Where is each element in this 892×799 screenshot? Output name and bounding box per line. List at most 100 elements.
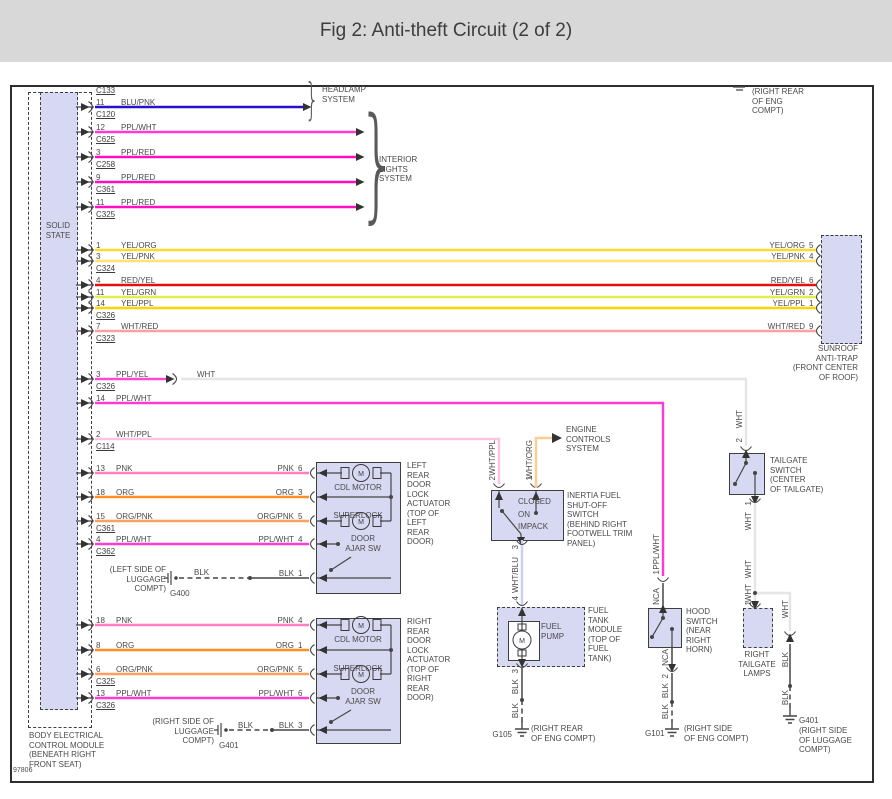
pin-label: 4: [511, 596, 521, 600]
pin-label: 11: [96, 98, 104, 108]
hood-switch-box: [648, 608, 682, 648]
body-control-module-solid-state: [40, 92, 78, 710]
wire-color-label: WHT/PPL: [488, 440, 498, 476]
wire-color-label: BLU/PNK: [121, 98, 155, 108]
wire-color-label: WHT: [744, 584, 754, 602]
pin-label: 18: [96, 488, 105, 498]
wire-color-label: PPL/WHT: [116, 535, 152, 545]
connector-label: C133: [96, 86, 115, 96]
wire-color-label: ORG: [246, 641, 294, 651]
connector-label: C325: [96, 210, 115, 220]
engine-controls-system-label: ENGINE CONTROLS SYSTEM: [566, 425, 610, 454]
superlock-label: SUPERLOCK: [326, 511, 390, 521]
wire-color-label: BLK: [511, 703, 521, 718]
wire-color-label: BLK: [246, 721, 294, 731]
pin-label: 3: [298, 721, 302, 731]
pin-label: 14: [96, 394, 105, 404]
connector-label: C120: [96, 110, 115, 120]
wiring-diagram-page: { "title": "Fig 2: Anti-theft Circuit (2…: [0, 0, 892, 799]
wire-color-label: WHT: [197, 370, 215, 380]
pin-label: 14: [96, 299, 105, 309]
wire-color-label: BLK: [661, 683, 671, 698]
pin-label: 3: [96, 252, 100, 262]
pin-label: 12: [96, 123, 105, 133]
superlock-label: SUPERLOCK: [326, 664, 390, 674]
g401-right-location-label: (RIGHT SIDE OF LUGGAGE COMPT): [799, 726, 852, 755]
pin-label: 18: [96, 616, 105, 626]
wire-color-label: PPL/RED: [121, 148, 155, 158]
g105-location-label: (RIGHT REAR OF ENG COMPT): [531, 724, 595, 743]
wire-color-label: BLK: [781, 690, 791, 705]
door-ajar-switch-label: DOOR AJAR SW: [340, 534, 386, 553]
top-right-location-note: (RIGHT REAR OF ENG COMPT): [752, 87, 804, 116]
wire-color-label: WHT: [781, 600, 791, 618]
interior-lights-system-label: INTERIOR LIGHTS SYSTEM: [379, 155, 417, 184]
wire-color-label: BLK: [238, 721, 253, 731]
tailgate-switch-caption: TAILGATE SWITCH (CENTER OF TAILGATE): [770, 456, 823, 494]
pin-label: 3: [96, 370, 100, 380]
g400-location-label: (LEFT SIDE OF LUGGAGE COMPT): [96, 565, 166, 594]
pin-label: 6: [809, 276, 813, 286]
wire-color-label: WHT/RED: [121, 322, 158, 332]
pin-label: 5: [298, 665, 302, 675]
door-ajar-switch-label: DOOR AJAR SW: [340, 687, 386, 706]
pin-label: 1: [525, 476, 535, 480]
wire-color-label: PNK: [246, 464, 294, 474]
sunroof-anti-trap-box: [821, 235, 862, 344]
pin-label: 6: [298, 464, 302, 474]
wire-color-label: PNK: [116, 464, 132, 474]
pin-label: 4: [298, 616, 302, 626]
pin-label: 7: [96, 322, 100, 332]
pin-label: 1: [298, 569, 302, 579]
pin-label: 1: [809, 299, 813, 309]
tailgate-switch-box: [729, 453, 765, 495]
connector-label: C325: [96, 677, 115, 687]
wire-color-label: PPL/WHT: [246, 535, 294, 545]
fuel-pump-label: FUEL PUMP: [541, 622, 564, 641]
connector-label: C361: [96, 524, 115, 534]
wire-color-label: WHT/RED: [745, 322, 805, 332]
wire-color-label: ORG/PNK: [116, 665, 153, 675]
pin-label: 6: [298, 689, 302, 699]
fuel-pump-box: [508, 621, 540, 661]
pin-label: 3: [511, 545, 521, 549]
wire-color-label: ORG/PNK: [246, 512, 294, 522]
pin-label: 2: [488, 476, 498, 480]
pin-label: 8: [96, 641, 100, 651]
wire-color-label: BLK: [781, 652, 791, 667]
connector-label: C324: [96, 264, 115, 274]
headlamp-brace: }: [305, 83, 319, 117]
wire-color-label: PPL/WHT: [652, 534, 662, 570]
right-tailgate-lamps-caption: RIGHT TAILGATE LAMPS: [734, 650, 780, 679]
g105-label: G105: [488, 730, 512, 740]
wire-color-label: RED/YEL: [745, 276, 805, 286]
connector-label: C326: [96, 701, 115, 711]
g101-location-label: (RIGHT SIDE OF ENG COMPT): [684, 724, 748, 743]
wire-color-label: RED/YEL: [121, 276, 155, 286]
wire-color-label: WHT: [744, 560, 754, 578]
wire-color-label: PPL/WHT: [116, 689, 152, 699]
wire-color-label: YEL/ORG: [745, 241, 805, 251]
pin-label: 2: [735, 438, 745, 442]
wire-color-label: PNK: [116, 616, 132, 626]
wire-color-label: WHT/BLU: [511, 557, 521, 593]
connector-label: C625: [96, 135, 115, 145]
wire-color-label: BLK: [511, 679, 521, 694]
pin-label: 11: [96, 288, 104, 298]
wire-color-label: ORG: [116, 641, 134, 651]
inertia-switch-caption: INERTIA FUEL SHUT-OFF SWITCH (BEHIND RIG…: [567, 491, 632, 548]
inertia-switch-state-label: CLOSED ON IMPACK: [518, 496, 551, 534]
pin-label: 3: [298, 488, 302, 498]
wire-color-label: YEL/ORG: [121, 241, 157, 251]
pin-label: 13: [96, 464, 105, 474]
wire-color-label: WHT: [735, 410, 745, 428]
wire-color-label: YEL/PPL: [745, 299, 805, 309]
wire-color-label: PNK: [246, 616, 294, 626]
pin-label: 9: [809, 322, 813, 332]
g401-left-location-label: (RIGHT SIDE OF LUGGAGE COMPT): [144, 717, 214, 746]
pin-label: 2: [96, 430, 100, 440]
connector-label: C361: [96, 185, 115, 195]
connector-label: C326: [96, 311, 115, 321]
wire-color-label: ORG: [116, 488, 134, 498]
pin-label: 13: [96, 689, 105, 699]
